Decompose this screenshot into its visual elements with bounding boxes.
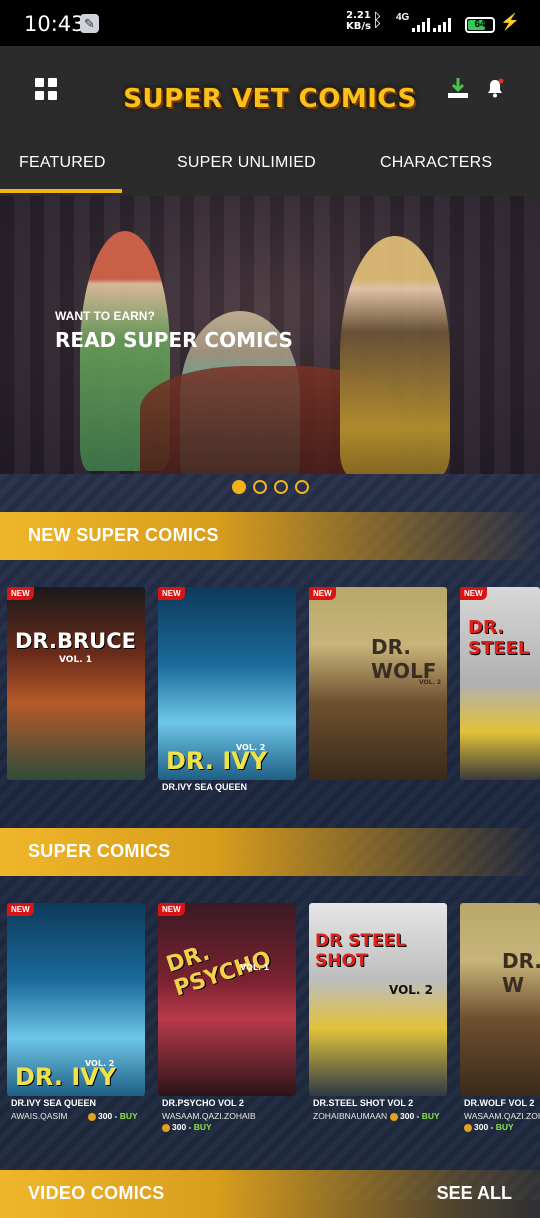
- notification-bell-icon[interactable]: [486, 78, 504, 98]
- buy-label[interactable]: BUY: [422, 1111, 440, 1121]
- section-title: NEW SUPER COMICS: [28, 525, 219, 545]
- coin-icon: [464, 1123, 472, 1132]
- comic-caption: DR.PSYCHO VOL 2: [162, 1098, 244, 1108]
- cover-subtitle: VOL. 1: [240, 963, 270, 972]
- comic-author: AWAIS.QASIM: [11, 1111, 68, 1121]
- comic-card[interactable]: NEW DR.BRUCE VOL. 1: [7, 587, 145, 780]
- signal-icon-2: [433, 18, 451, 32]
- new-badge: NEW: [7, 587, 34, 600]
- network-speed: 2.21 KB/s: [346, 10, 371, 32]
- download-icon[interactable]: [447, 77, 469, 99]
- new-badge: NEW: [158, 903, 185, 916]
- buy-label[interactable]: BUY: [496, 1122, 514, 1132]
- comic-card[interactable]: NEW DR. IVY VOL. 2: [7, 903, 145, 1096]
- hero-title: READ SUPER COMICS: [55, 328, 293, 352]
- tab-characters[interactable]: CHARACTERS: [380, 154, 492, 172]
- hero-banner[interactable]: WANT TO EARN? READ SUPER COMICS: [0, 196, 540, 474]
- hero-subtitle: WANT TO EARN?: [55, 309, 155, 323]
- see-all-link[interactable]: SEE ALL: [437, 1183, 512, 1204]
- tab-featured[interactable]: FEATURED: [19, 154, 106, 172]
- cover-subtitle: VOL. 2: [419, 679, 442, 686]
- price-value: 300: [400, 1111, 415, 1121]
- price-value: 300: [172, 1122, 187, 1132]
- section-header-video-comics: VIDEO COMICS SEE ALL: [0, 1170, 540, 1218]
- network-type: 4G: [396, 12, 410, 23]
- comic-caption: DR.WOLF VOL 2: [464, 1098, 535, 1108]
- cover-subtitle: VOL. 2: [236, 743, 266, 752]
- comic-price[interactable]: 300 - BUY: [464, 1122, 514, 1132]
- buy-label[interactable]: BUY: [120, 1111, 138, 1121]
- bluetooth-icon: ᛒ: [372, 10, 383, 30]
- speed-value: 2.21: [346, 10, 371, 21]
- status-time: 10:43: [24, 12, 85, 36]
- new-badge: NEW: [7, 903, 34, 916]
- new-badge: NEW: [158, 587, 185, 600]
- comic-price[interactable]: 300 - BUY: [390, 1111, 440, 1121]
- comic-card[interactable]: NEW DR. STEEL: [460, 587, 540, 780]
- carousel-dot[interactable]: [253, 480, 267, 494]
- comic-card[interactable]: NEW DR. PSYCHO VOL. 1: [158, 903, 296, 1096]
- signal-icon-1: [412, 18, 430, 32]
- status-bar: 10:43 ✎ 2.21 KB/s ᛒ 4G 64 ⚡: [0, 0, 540, 46]
- cover-title: DR. W: [502, 949, 540, 997]
- cover-title: DR. WOLF: [371, 635, 437, 683]
- price-value: 300: [474, 1122, 489, 1132]
- carousel-dot[interactable]: [295, 480, 309, 494]
- battery-level: 64: [474, 19, 486, 30]
- cover-title: DR.BRUCE: [15, 629, 136, 653]
- settings-app-icon: ✎: [80, 14, 99, 33]
- coin-icon: [88, 1112, 96, 1121]
- buy-label[interactable]: BUY: [194, 1122, 212, 1132]
- charging-icon: ⚡: [500, 14, 520, 31]
- tab-super-unlimited[interactable]: SUPER UNLIMIED: [177, 154, 316, 172]
- comic-card[interactable]: DR STEEL SHOT VOL. 2: [309, 903, 447, 1096]
- comic-card[interactable]: DR. W: [460, 903, 540, 1096]
- cover-subtitle: VOL. 2: [389, 983, 434, 997]
- cover-title: DR. PSYCHO: [163, 940, 275, 1002]
- carousel-dots: [232, 480, 309, 494]
- comic-price[interactable]: 300 - BUY: [162, 1122, 212, 1132]
- carousel-dot[interactable]: [274, 480, 288, 494]
- comic-caption: DR.IVY SEA QUEEN: [162, 782, 248, 792]
- cover-title: DR STEEL SHOT: [315, 931, 407, 971]
- new-badge: NEW: [460, 587, 487, 600]
- comic-author: WASAAM.QAZI.ZOHAIB: [162, 1111, 256, 1121]
- app-bar: SUPER VET COMICS FEATURED SUPER UNLIMIED…: [0, 46, 540, 196]
- battery-icon: 64: [465, 17, 495, 33]
- section-header-super-comics: SUPER COMICS: [0, 828, 540, 876]
- speed-unit: KB/s: [346, 21, 371, 32]
- carousel-dot[interactable]: [232, 480, 246, 494]
- comic-caption: DR.IVY SEA QUEEN: [11, 1098, 97, 1108]
- comic-card[interactable]: NEW DR. IVY VOL. 2: [158, 587, 296, 780]
- new-badge: NEW: [309, 587, 336, 600]
- section-title: VIDEO COMICS: [28, 1183, 165, 1203]
- price-value: 300: [98, 1111, 113, 1121]
- cover-subtitle: VOL. 2: [85, 1059, 115, 1068]
- hero-character-blonde: [340, 236, 450, 474]
- comic-price[interactable]: 300 - BUY: [88, 1111, 138, 1121]
- comic-author: ZOHAIBNAUMAAN: [313, 1111, 388, 1121]
- section-header-new-comics: NEW SUPER COMICS: [0, 512, 540, 560]
- comic-author: WASAAM.QAZI.ZOHAIB: [464, 1111, 540, 1121]
- coin-icon: [390, 1112, 398, 1121]
- cover-title: DR. STEEL: [468, 617, 530, 659]
- active-tab-indicator: [0, 189, 122, 193]
- cover-subtitle: VOL. 1: [59, 655, 93, 665]
- comic-card[interactable]: NEW DR. WOLF VOL. 2: [309, 587, 447, 780]
- coin-icon: [162, 1123, 170, 1132]
- section-title: SUPER COMICS: [28, 841, 171, 861]
- comic-caption: DR.STEEL SHOT VOL 2: [313, 1098, 414, 1108]
